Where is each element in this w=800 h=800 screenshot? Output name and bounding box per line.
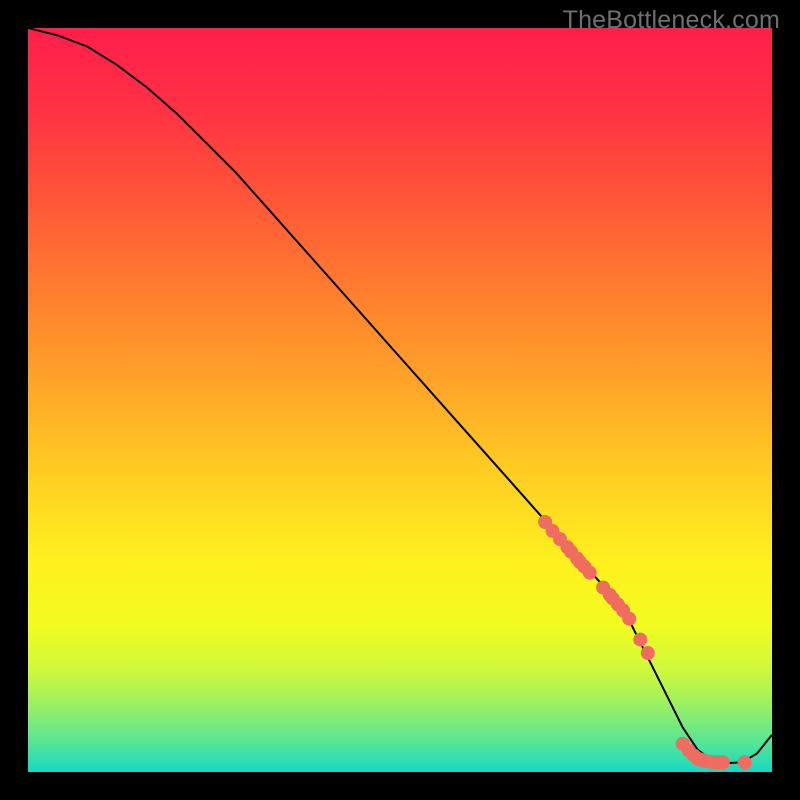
chart-frame: TheBottleneck.com — [0, 0, 800, 800]
data-point — [716, 755, 730, 769]
data-point — [641, 646, 655, 660]
data-point — [622, 612, 636, 626]
data-point — [583, 566, 597, 580]
data-point — [738, 755, 752, 769]
data-point — [633, 633, 647, 647]
plot-background — [28, 28, 772, 772]
bottleneck-chart — [28, 28, 772, 772]
